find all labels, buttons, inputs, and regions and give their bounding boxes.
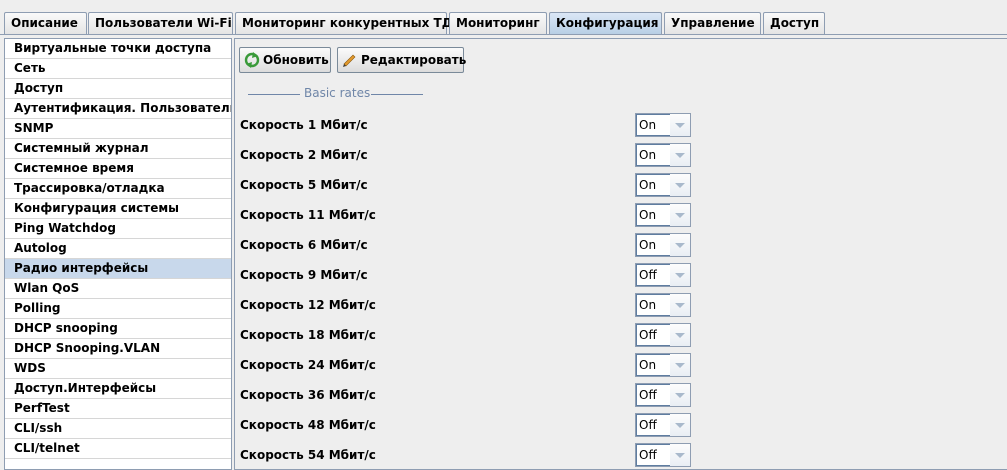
sidebar-item-syslog[interactable]: Системный журнал [5, 139, 231, 159]
sidebar-item-auth-users[interactable]: Аутентификация. Пользователи [5, 99, 231, 119]
refresh-button-label: Обновить [263, 53, 329, 67]
rate-select-value: Off [636, 264, 671, 286]
rate-select-value: On [636, 294, 671, 316]
sidebar-item-ping-watchdog[interactable]: Ping Watchdog [5, 219, 231, 239]
chevron-down-icon[interactable] [670, 144, 690, 166]
sidebar-item-perftest[interactable]: PerfTest [5, 399, 231, 419]
rate-select-12[interactable]: On [635, 293, 691, 317]
rate-label-9: Скорость 9 Мбит/с [240, 268, 368, 282]
sidebar-item-wds[interactable]: WDS [5, 359, 231, 379]
chevron-down-icon[interactable] [670, 354, 690, 376]
rate-select-54[interactable]: Off [635, 443, 691, 467]
rate-label-12: Скорость 12 Мбит/с [240, 298, 376, 312]
rate-select-value: On [636, 204, 671, 226]
rate-select-24[interactable]: On [635, 353, 691, 377]
sidebar-item-autolog[interactable]: Autolog [5, 239, 231, 259]
tab-monitoring[interactable]: Мониторинг [449, 12, 547, 34]
rate-select-5[interactable]: On [635, 173, 691, 197]
chevron-down-icon[interactable] [670, 384, 690, 406]
tab-management[interactable]: Управление [664, 12, 761, 34]
rate-label-6: Скорость 6 Мбит/с [240, 238, 368, 252]
rate-select-value: On [636, 354, 671, 376]
tab-access[interactable]: Доступ [763, 12, 825, 34]
basic-rates-group-title: Basic rates [304, 86, 371, 100]
chevron-down-icon[interactable] [670, 234, 690, 256]
rate-select-value: On [636, 144, 671, 166]
tab-wifi-users[interactable]: Пользователи Wi-Fi [88, 12, 233, 34]
chevron-down-icon[interactable] [670, 114, 690, 136]
sidebar-item-wlan-qos[interactable]: Wlan QoS [5, 279, 231, 299]
config-section-list: Виртуальные точки доступа Сеть Доступ Ау… [4, 38, 232, 470]
rate-label-2: Скорость 2 Мбит/с [240, 148, 368, 162]
rate-select-6[interactable]: On [635, 233, 691, 257]
sidebar-item-access-interfaces[interactable]: Доступ.Интерфейсы [5, 379, 231, 399]
rate-select-9[interactable]: Off [635, 263, 691, 287]
edit-button-label: Редактировать [361, 53, 467, 67]
refresh-icon [244, 52, 260, 68]
rate-select-value: On [636, 234, 671, 256]
refresh-button[interactable]: Обновить [239, 47, 331, 73]
rate-label-36: Скорость 36 Мбит/с [240, 388, 376, 402]
sidebar-item-snmp[interactable]: SNMP [5, 119, 231, 139]
chevron-down-icon[interactable] [670, 204, 690, 226]
rate-label-5: Скорость 5 Мбит/с [240, 178, 368, 192]
rate-select-1[interactable]: On [635, 113, 691, 137]
rate-select-value: Off [636, 384, 671, 406]
sidebar-item-dhcp-snooping-vlan[interactable]: DHCP Snooping.VLAN [5, 339, 231, 359]
chevron-down-icon[interactable] [670, 174, 690, 196]
sidebar-item-radio-interfaces[interactable]: Радио интерфейсы [5, 259, 231, 279]
tab-bar-divider [0, 34, 1007, 35]
sidebar-item-polling[interactable]: Polling [5, 299, 231, 319]
sidebar-item-cli-ssh[interactable]: CLI/ssh [5, 419, 231, 439]
rate-label-24: Скорость 24 Мбит/с [240, 358, 376, 372]
rate-label-1: Скорость 1 Мбит/с [240, 118, 368, 132]
chevron-down-icon[interactable] [670, 264, 690, 286]
rate-select-11[interactable]: On [635, 203, 691, 227]
tab-competitor-ap-monitoring[interactable]: Мониторинг конкурентных ТД [235, 12, 452, 34]
rate-select-18[interactable]: Off [635, 323, 691, 347]
rate-select-2[interactable]: On [635, 143, 691, 167]
rate-label-54: Скорость 54 Мбит/с [240, 448, 376, 462]
sidebar-item-network[interactable]: Сеть [5, 59, 231, 79]
sidebar-item-cli-telnet[interactable]: CLI/telnet [5, 439, 231, 459]
chevron-down-icon[interactable] [670, 294, 690, 316]
sidebar-item-access[interactable]: Доступ [5, 79, 231, 99]
rate-label-18: Скорость 18 Мбит/с [240, 328, 376, 342]
rate-select-value: Off [636, 444, 671, 466]
sidebar-item-virtual-ap[interactable]: Виртуальные точки доступа [5, 39, 231, 59]
rate-select-36[interactable]: Off [635, 383, 691, 407]
sidebar-item-trace-debug[interactable]: Трассировка/отладка [5, 179, 231, 199]
radio-interfaces-panel: Обновить Редактировать Basic rates Скоро… [234, 38, 1007, 470]
rate-label-48: Скорость 48 Мбит/с [240, 418, 376, 432]
sidebar-item-system-config[interactable]: Конфигурация системы [5, 199, 231, 219]
tab-configuration[interactable]: Конфигурация [549, 12, 662, 34]
chevron-down-icon[interactable] [670, 414, 690, 436]
rate-select-value: Off [636, 324, 671, 346]
rate-select-value: On [636, 114, 671, 136]
sidebar-item-system-time[interactable]: Системное время [5, 159, 231, 179]
rate-select-value: On [636, 174, 671, 196]
main-tab-bar: Описание Пользователи Wi-Fi Мониторинг к… [0, 0, 1007, 35]
chevron-down-icon[interactable] [670, 324, 690, 346]
rate-select-value: Off [636, 414, 671, 436]
group-line-right [371, 94, 423, 95]
pencil-icon [343, 54, 356, 67]
edit-button[interactable]: Редактировать [337, 47, 467, 73]
rate-label-11: Скорость 11 Мбит/с [240, 208, 376, 222]
sidebar-item-dhcp-snooping[interactable]: DHCP snooping [5, 319, 231, 339]
chevron-down-icon[interactable] [670, 444, 690, 466]
group-line-left [248, 94, 300, 95]
tab-description[interactable]: Описание [4, 12, 87, 34]
rate-select-48[interactable]: Off [635, 413, 691, 437]
